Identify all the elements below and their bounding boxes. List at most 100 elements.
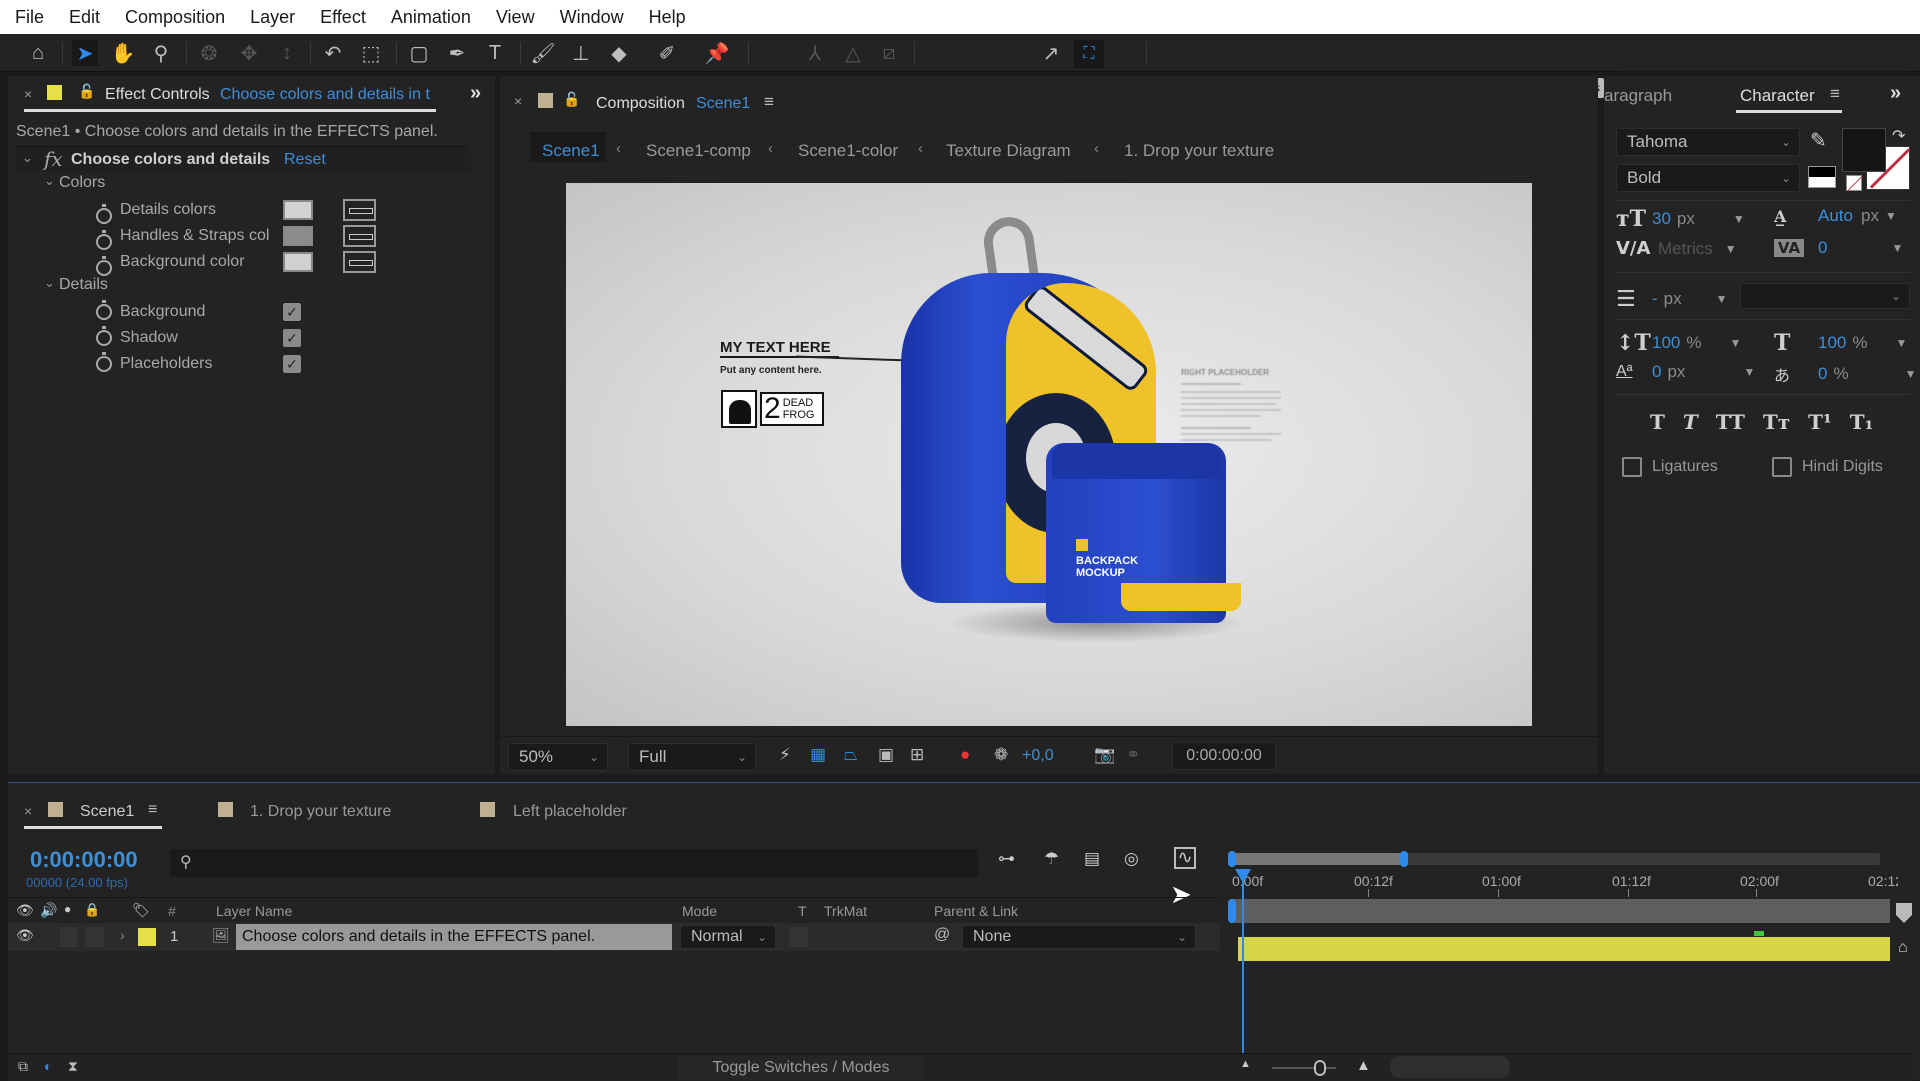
font-size-value[interactable]: 30 [1652, 209, 1671, 229]
magnification-dropdown[interactable]: 50% ⌄ [508, 743, 608, 771]
small-caps-button[interactable]: Tт [1763, 410, 1790, 434]
menu-effect[interactable]: Effect [320, 7, 366, 28]
rotate-icon[interactable]: ↶ [320, 40, 346, 66]
layer-name[interactable]: Choose colors and details in the EFFECTS… [236, 924, 672, 950]
stopwatch-icon[interactable] [96, 204, 112, 224]
layer-marker-icon[interactable]: ⌂ [1898, 939, 1908, 957]
font-family-dropdown[interactable]: Tahoma ⌄ [1616, 128, 1800, 156]
layer-duration-bar[interactable] [1238, 937, 1890, 961]
stroke-width-value[interactable]: - [1652, 289, 1658, 309]
stopwatch-icon[interactable] [96, 326, 112, 346]
layer-search-field[interactable]: ⚲ [170, 849, 978, 877]
transfer-controls-icon[interactable]: ◐ [44, 1058, 52, 1074]
snapshot-camera-icon[interactable]: 📷 [1094, 745, 1115, 765]
breadcrumb-scene1-comp[interactable]: Scene1-comp [646, 141, 751, 161]
menu-edit[interactable]: Edit [69, 7, 100, 28]
effect-controls-tab[interactable]: Effect Controls [105, 86, 210, 104]
menu-composition[interactable]: Composition [125, 7, 225, 28]
view-axis-icon[interactable]: ⧄ [876, 40, 902, 66]
horizontal-scale-value[interactable]: 100 [1818, 333, 1846, 353]
close-icon[interactable]: × [24, 86, 32, 102]
ligatures-checkbox[interactable] [1622, 457, 1642, 477]
pen-icon[interactable]: ✒ [444, 40, 470, 66]
solo-icon[interactable]: ● [64, 902, 71, 916]
composition-flowchart-icon[interactable]: ⊶ [998, 849, 1015, 869]
leading-value[interactable]: Auto [1818, 206, 1853, 226]
fast-preview-icon[interactable]: ⚡ [779, 745, 791, 765]
lock-icon[interactable]: 🔒 [84, 902, 100, 918]
stopwatch-icon[interactable] [96, 256, 112, 276]
timeline-tab-scene1[interactable]: Scene1 [80, 803, 134, 821]
panel-menu-icon[interactable]: ≡ [764, 92, 774, 112]
timeline-tab-left-placeholder[interactable]: Left placeholder [513, 803, 627, 821]
timeline-tab-drop-texture[interactable]: 1. Drop your texture [250, 803, 391, 821]
reset-link[interactable]: Reset [284, 151, 326, 169]
superscript-button[interactable]: T¹ [1808, 410, 1832, 434]
eyedropper-icon[interactable] [343, 251, 377, 273]
all-caps-button[interactable]: TT [1716, 410, 1745, 434]
snap-feature-icon[interactable]: ↗ [1038, 40, 1064, 66]
parent-dropdown[interactable]: None ⌄ [962, 925, 1196, 949]
fx-icon[interactable]: fx [44, 147, 63, 171]
grid-guides-icon[interactable]: ⊞ [910, 745, 924, 765]
work-area-bar[interactable] [1228, 899, 1890, 923]
in-out-stretch-icon[interactable]: ⧗ [68, 1058, 78, 1075]
color-swatch[interactable] [283, 252, 313, 272]
fill-color-swatch[interactable] [1842, 128, 1886, 172]
baseline-shift-dropdown-icon[interactable]: ▼ [1743, 365, 1755, 379]
channel-rgb-icon[interactable]: ● [960, 745, 970, 765]
hindi-digits-checkbox[interactable] [1772, 457, 1792, 477]
panel-menu-icon[interactable]: ≡ [1830, 84, 1840, 104]
rectangle-shape-icon[interactable]: ▢ [406, 40, 432, 66]
work-area-start-handle[interactable] [1228, 899, 1236, 923]
stroke-width-dropdown-icon[interactable]: ▼ [1716, 292, 1728, 306]
checkbox-shadow[interactable]: ✓ [283, 329, 301, 347]
timeline-zoom-thumb[interactable] [1314, 1060, 1326, 1076]
comp-marker-bin-icon[interactable] [1896, 903, 1912, 923]
hand-icon[interactable]: ✋ [110, 40, 136, 66]
composition-name[interactable]: Scene1 [696, 95, 750, 113]
current-time-display[interactable]: 0:00:00:00 [1172, 742, 1276, 770]
tracking-dropdown-icon[interactable]: ▼ [1891, 241, 1903, 255]
graph-editor-icon[interactable]: ∿ [1174, 847, 1196, 869]
column-t[interactable]: T [798, 903, 807, 919]
lock-icon[interactable]: 🔓 [78, 83, 95, 100]
local-axis-icon[interactable]: ⅄ [802, 40, 828, 66]
pan-camera-icon[interactable]: ✥ [236, 40, 262, 66]
breadcrumb-texture-diagram[interactable]: Texture Diagram [946, 141, 1071, 161]
panel-menu-icon[interactable]: ≡ [148, 801, 157, 819]
timeline-zoom-slider[interactable] [1272, 1067, 1336, 1069]
chevron-down-icon[interactable]: ⌄ [22, 150, 33, 166]
color-swatch[interactable] [283, 226, 313, 246]
kerning-value[interactable]: Metrics [1658, 239, 1713, 259]
breadcrumb-scene1-color[interactable]: Scene1-color [798, 141, 898, 161]
font-style-dropdown[interactable]: Bold ⌄ [1616, 164, 1800, 192]
frame-blending-icon[interactable]: ▤ [1084, 849, 1100, 869]
lock-switch[interactable] [86, 927, 104, 947]
kerning-dropdown-icon[interactable]: ▼ [1725, 242, 1737, 256]
column-trkmat[interactable]: TrkMat [824, 903, 867, 919]
menu-file[interactable]: File [15, 7, 44, 28]
roto-brush-icon[interactable]: ✐ [654, 40, 680, 66]
time-navigator-range[interactable] [1228, 851, 1408, 867]
black-white-swatch[interactable] [1808, 166, 1836, 188]
stopwatch-icon[interactable] [96, 230, 112, 250]
tab-paragraph[interactable]: aragraph [1604, 86, 1672, 106]
transparency-grid-icon[interactable]: ▦ [810, 745, 826, 765]
clone-stamp-icon[interactable]: ⊥ [568, 40, 594, 66]
chevron-down-icon[interactable]: ⌄ [44, 275, 55, 291]
blend-mode-dropdown[interactable]: Normal ⌄ [680, 925, 776, 949]
subscript-button[interactable]: T₁ [1850, 410, 1874, 434]
zoom-out-icon[interactable]: ▲ [1240, 1058, 1251, 1070]
puppet-pin-icon[interactable]: 📌 [704, 40, 730, 66]
region-of-interest-icon[interactable]: ▣ [878, 745, 894, 765]
zoom-in-icon[interactable]: ▲ [1356, 1057, 1371, 1074]
column-parent-link[interactable]: Parent & Link [934, 903, 1018, 919]
panel-overflow-icon[interactable]: » [1890, 82, 1901, 105]
expand-chevron-icon[interactable]: › [120, 927, 125, 943]
swap-colors-icon[interactable]: ↷ [1892, 126, 1905, 146]
stroke-style-dropdown[interactable]: ⌄ [1740, 283, 1910, 309]
faux-bold-button[interactable]: T [1650, 410, 1665, 434]
audio-icon[interactable]: 🔊 [40, 902, 57, 919]
layer-row[interactable]: 👁 › 1 🖼 Choose colors and details in the… [8, 923, 1220, 951]
